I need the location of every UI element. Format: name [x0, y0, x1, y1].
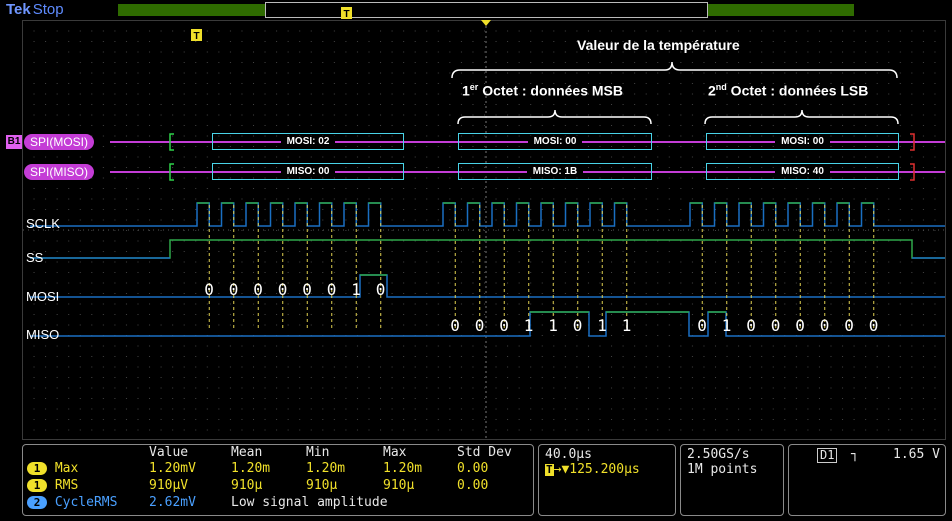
miso-bit-label: 1	[523, 316, 534, 335]
meas-header-max: Max	[383, 445, 407, 460]
meas-row-max[interactable]: 1 Max	[27, 461, 78, 476]
miso-bit-label: 0	[474, 316, 485, 335]
miso-bit-label: 1	[597, 316, 607, 335]
channel-2-chip: 2	[27, 496, 47, 509]
bus-miso-label[interactable]: SPI(MISO)	[24, 164, 95, 180]
meas-value: 2.62mV	[149, 495, 196, 510]
miso-bit-label: 0	[572, 316, 583, 335]
miso-bit-label: 0	[450, 316, 460, 335]
meas-header-value: Value	[149, 445, 189, 460]
mosi-bit-label: 0	[326, 280, 337, 299]
meas-max: 910µ	[383, 478, 415, 493]
rising-edge-icon: ┐	[851, 447, 859, 462]
meas-value: 910µV	[149, 478, 189, 493]
channel-label-mosi[interactable]: MOSI	[26, 289, 59, 304]
miso-bit-label: 0	[746, 316, 756, 335]
bus-b1-tag[interactable]: B1	[6, 135, 22, 149]
sample-rate: 2.50GS/s	[687, 447, 750, 462]
meas-stddev: 0.00	[457, 478, 489, 493]
oscilloscope-screen: Tek Stop T T Valeur de la température 1e…	[0, 0, 952, 521]
mosi-bit-label: 0	[277, 280, 288, 299]
mosi-bit-label: 0	[204, 280, 214, 299]
temperature-title: Valeur de la température	[577, 37, 740, 53]
byte1-annotation: 1er Octet : données MSB	[462, 82, 623, 99]
meas-header-stddev: Std Dev	[457, 445, 512, 460]
record-length: 1M points	[687, 462, 758, 477]
waveform-display: T T	[23, 7, 945, 439]
miso-bit-label: 0	[868, 316, 879, 335]
miso-bit-label: 1	[548, 316, 558, 335]
measurement-panel[interactable]: Value Mean Min Max Std Dev 1 Max 1.20mV …	[22, 444, 534, 516]
byte2-sup: nd	[715, 82, 727, 92]
miso-bit-label: 0	[499, 316, 509, 335]
meas-value: 1.20mV	[149, 461, 196, 476]
mosi-bit-label: 0	[302, 280, 312, 299]
meas-name: CycleRMS	[54, 495, 118, 510]
miso-bit-label: 0	[795, 316, 805, 335]
horizontal-scale: 40.0µs	[545, 447, 592, 462]
mosi-packet[interactable]: MOSI: 02	[212, 133, 404, 150]
channel-label-sclk[interactable]: SCLK	[26, 216, 60, 231]
miso-bit-label: 0	[697, 316, 707, 335]
channel-label-miso[interactable]: MISO	[26, 327, 59, 342]
record-trigger-marker-label: T	[343, 9, 349, 20]
meas-row-cyclerms[interactable]: 2 CycleRMS	[27, 495, 117, 510]
mosi-packet-text: MOSI: 00	[775, 136, 830, 147]
meas-row-rms[interactable]: 1 RMS	[27, 478, 78, 493]
trigger-time-marker-label: T	[193, 31, 199, 42]
miso-packet-text: MISO: 1B	[526, 166, 584, 177]
mosi-packet[interactable]: MOSI: 00	[458, 133, 652, 150]
trigger-position: T→▼125.200µs	[545, 462, 640, 477]
meas-mean: 1.20m	[231, 461, 271, 476]
miso-packet[interactable]: MISO: 1B	[458, 163, 652, 180]
miso-bit-label: 0	[844, 316, 854, 335]
miso-packet-text: MISO: 00	[280, 166, 336, 177]
byte1-text: Octet : données MSB	[478, 82, 623, 99]
meas-max: 1.20m	[383, 461, 423, 476]
miso-bit-label: 1	[621, 316, 632, 335]
miso-bit-label: 0	[770, 316, 781, 335]
timebase-panel[interactable]: 40.0µs T→▼125.200µs	[538, 444, 676, 516]
mosi-bit-label: 0	[253, 280, 263, 299]
miso-packet-text: MISO: 40	[775, 166, 830, 177]
trigger-position-value: →▼125.200µs	[553, 462, 640, 477]
byte1-prefix: 1	[462, 82, 470, 99]
trigger-level: 1.65 V	[893, 447, 940, 462]
byte2-prefix: 2	[708, 82, 716, 99]
channel-1-chip: 1	[27, 462, 47, 475]
acquisition-panel[interactable]: 2.50GS/s 1M points	[680, 444, 784, 516]
trigger-source: D1	[817, 448, 838, 463]
mosi-packet[interactable]: MOSI: 00	[706, 133, 899, 150]
meas-header-min: Min	[306, 445, 330, 460]
mosi-packet-text: MOSI: 02	[280, 136, 336, 147]
meas-stddev: 0.00	[457, 461, 489, 476]
meas-name: Max	[54, 461, 79, 476]
meas-name: RMS	[54, 478, 79, 493]
byte2-text: Octet : données LSB	[726, 82, 869, 99]
miso-packet[interactable]: MISO: 40	[706, 163, 899, 180]
mosi-bit-label: 0	[375, 280, 386, 299]
mosi-bit-label: 1	[351, 280, 361, 299]
meas-min: 910µ	[306, 478, 338, 493]
meas-status: Low signal amplitude	[231, 495, 388, 510]
trigger-chip: T	[545, 463, 554, 476]
miso-packet[interactable]: MISO: 00	[212, 163, 404, 180]
channel-1-chip: 1	[27, 479, 47, 492]
bus-mosi-label[interactable]: SPI(MOSI)	[24, 134, 95, 150]
meas-header-mean: Mean	[231, 445, 263, 460]
miso-bit-label: 1	[721, 316, 732, 335]
trigger-panel[interactable]: D1 ┐ 1.65 V	[788, 444, 946, 516]
mosi-packet-text: MOSI: 00	[527, 136, 583, 147]
channel-label-ss[interactable]: SS	[26, 250, 43, 265]
miso-bit-label: 0	[819, 316, 830, 335]
meas-mean: 910µ	[231, 478, 263, 493]
meas-min: 1.20m	[306, 461, 346, 476]
mosi-bit-label: 0	[228, 280, 239, 299]
byte2-annotation: 2nd Octet : données LSB	[708, 82, 868, 99]
